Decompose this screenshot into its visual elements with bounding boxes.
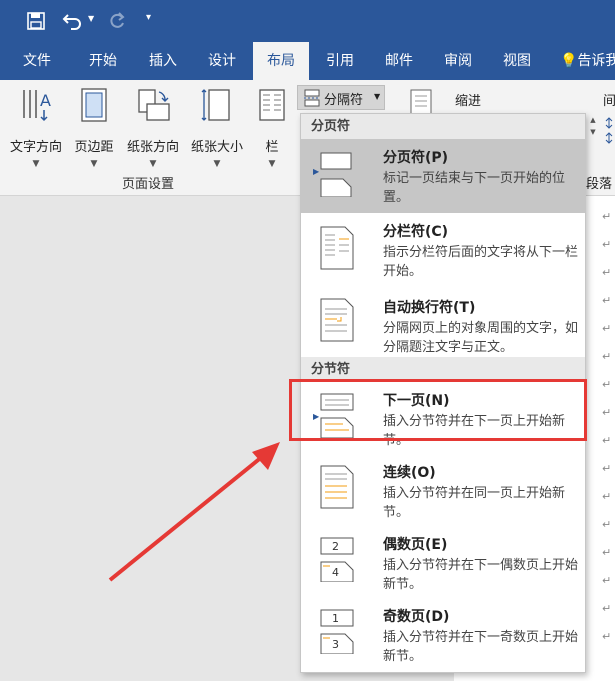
- paragraph-mark: ↵: [602, 266, 612, 279]
- item-description: 插入分节符并在同一页上开始新节。: [383, 486, 566, 520]
- breaks-icon: [304, 89, 320, 107]
- item-title: 连续(O): [383, 465, 436, 481]
- chevron-down-icon: ▼: [374, 92, 381, 101]
- paragraph-mark: ↵: [602, 546, 612, 559]
- orientation-label: 纸张方向: [126, 140, 179, 155]
- paragraph-mark: ↵: [602, 462, 612, 475]
- annotation-arrow: [108, 442, 280, 582]
- margins-icon: [81, 88, 107, 122]
- tab-view[interactable]: 视图: [488, 42, 546, 80]
- paragraph-group-label: 段落: [586, 177, 613, 192]
- column-break-icon: [320, 226, 354, 270]
- svg-text:1: 1: [332, 612, 339, 625]
- margins-button[interactable]: 页边距 ▼: [68, 86, 120, 169]
- item-description: 插入分节符并在下一奇数页上开始新节。: [383, 630, 579, 664]
- tab-review[interactable]: 审阅: [429, 42, 487, 80]
- dropdown-arrow-icon: ▼: [213, 159, 221, 169]
- tab-file[interactable]: 文件: [8, 42, 66, 80]
- odd-page-icon: 1 3: [320, 609, 354, 654]
- item-description: 指示分栏符后面的文字将从下一栏开始。: [383, 245, 579, 279]
- paragraph-mark: ↵: [602, 574, 612, 587]
- even-page-icon: 2 4: [320, 537, 354, 582]
- text-direction-button[interactable]: A 文字方向 ▼: [4, 86, 68, 169]
- undo-dropdown-icon[interactable]: ▼: [88, 14, 94, 23]
- redo-icon: [110, 12, 125, 28]
- continuous-icon: [320, 465, 354, 509]
- odd-page-section-break-item[interactable]: 1 3 奇数页(D) 插入分节符并在下一奇数页上开始新节。: [301, 598, 585, 672]
- columns-label: 栏: [265, 140, 279, 155]
- paper-size-icon: [201, 89, 230, 121]
- paragraph-mark: ↵: [602, 602, 612, 615]
- item-description: 插入分节符并在下一偶数页上开始新节。: [383, 558, 579, 592]
- text-wrapping-break-item[interactable]: 自动换行符(T) 分隔网页上的对象周围的文字，如分隔题注文字与正文。: [301, 289, 585, 365]
- tab-mailings[interactable]: 邮件: [370, 42, 428, 80]
- orientation-icon: [138, 89, 170, 121]
- text-direction-icon: A: [23, 90, 51, 122]
- even-page-section-break-item[interactable]: 2 4 偶数页(E) 插入分节符并在下一偶数页上开始新节。: [301, 526, 585, 598]
- paragraph-mark: ↵: [602, 238, 612, 251]
- item-title: 分栏符(C): [383, 224, 449, 240]
- paragraph-mark: ↵: [602, 294, 612, 307]
- highlight-box: [289, 379, 587, 441]
- paragraph-mark: ↵: [602, 322, 612, 335]
- undo-icon[interactable]: [62, 11, 84, 31]
- columns-icon: [259, 89, 285, 121]
- save-icon[interactable]: [26, 11, 46, 31]
- breaks-button[interactable]: 分隔符 ▼: [297, 85, 385, 110]
- tab-home[interactable]: 开始: [74, 42, 132, 80]
- page-break-icon: [320, 152, 352, 197]
- tell-me-box[interactable]: 💡告诉我: [560, 42, 615, 80]
- dropdown-arrow-icon: ▼: [32, 159, 40, 169]
- paper-size-label: 纸张大小: [190, 140, 243, 155]
- spin-down-button[interactable]: ▼: [586, 128, 600, 140]
- breaks-label: 分隔符: [324, 93, 364, 108]
- columns-button[interactable]: 栏 ▼: [252, 86, 292, 169]
- dropdown-arrow-icon: ▼: [90, 159, 98, 169]
- page-setup-group-label: 页面设置: [121, 177, 174, 192]
- paragraph-mark: ↵: [602, 378, 612, 391]
- tab-layout[interactable]: 布局: [253, 42, 309, 80]
- text-direction-label: 文字方向: [9, 140, 62, 155]
- margins-label: 页边距: [74, 140, 114, 155]
- paragraph-mark: ↵: [602, 518, 612, 531]
- item-title: 自动换行符(T): [383, 300, 476, 316]
- paragraph-mark: ↵: [602, 434, 612, 447]
- tab-references[interactable]: 引用: [311, 42, 369, 80]
- page-breaks-header: 分页符: [301, 114, 585, 139]
- paragraph-mark: ↵: [602, 406, 612, 419]
- ribbon-tabs: 文件 开始 插入 设计 布局 引用 邮件 审阅 视图 💡告诉我: [0, 42, 615, 80]
- paragraph-mark: ↵: [602, 490, 612, 503]
- paragraph-mark: ↵: [602, 210, 612, 223]
- item-title: 偶数页(E): [383, 537, 448, 553]
- spacing-label: 间: [603, 94, 615, 109]
- orientation-button[interactable]: 纸张方向 ▼: [121, 86, 185, 169]
- customize-qat-icon[interactable]: ▾: [146, 12, 151, 23]
- svg-text:2: 2: [332, 540, 339, 553]
- svg-text:A: A: [40, 91, 51, 110]
- dropdown-arrow-icon: ▼: [268, 159, 276, 169]
- svg-text:4: 4: [332, 566, 339, 579]
- spacing-icon: [605, 117, 613, 144]
- title-bar: ▼ ▾: [0, 0, 615, 42]
- paragraph-mark: ↵: [602, 350, 612, 363]
- spin-up-button[interactable]: ▲: [586, 116, 600, 128]
- item-title: 奇数页(D): [383, 609, 450, 625]
- column-break-item[interactable]: 分栏符(C) 指示分栏符后面的文字将从下一栏开始。: [301, 213, 585, 289]
- page-break-item[interactable]: ▶ 分页符(P) 标记一页结束与下一页开始的位置。: [301, 139, 585, 213]
- item-title: 分页符(P): [383, 150, 449, 166]
- dropdown-arrow-icon: ▼: [149, 159, 157, 169]
- item-description: 分隔网页上的对象周围的文字，如分隔题注文字与正文。: [383, 321, 579, 355]
- tab-insert[interactable]: 插入: [134, 42, 192, 80]
- svg-text:3: 3: [332, 638, 339, 651]
- text-wrapping-break-icon: [320, 298, 354, 342]
- paper-size-button[interactable]: 纸张大小 ▼: [186, 86, 248, 169]
- paragraph-mark: ↵: [602, 630, 612, 643]
- tab-design[interactable]: 设计: [193, 42, 251, 80]
- item-description: 标记一页结束与下一页开始的位置。: [383, 171, 566, 205]
- indent-label: 缩进: [455, 94, 482, 109]
- lightbulb-icon: 💡: [560, 53, 578, 69]
- tell-me-label: 告诉我: [577, 53, 615, 69]
- continuous-section-break-item[interactable]: 连续(O) 插入分节符并在同一页上开始新节。: [301, 454, 585, 526]
